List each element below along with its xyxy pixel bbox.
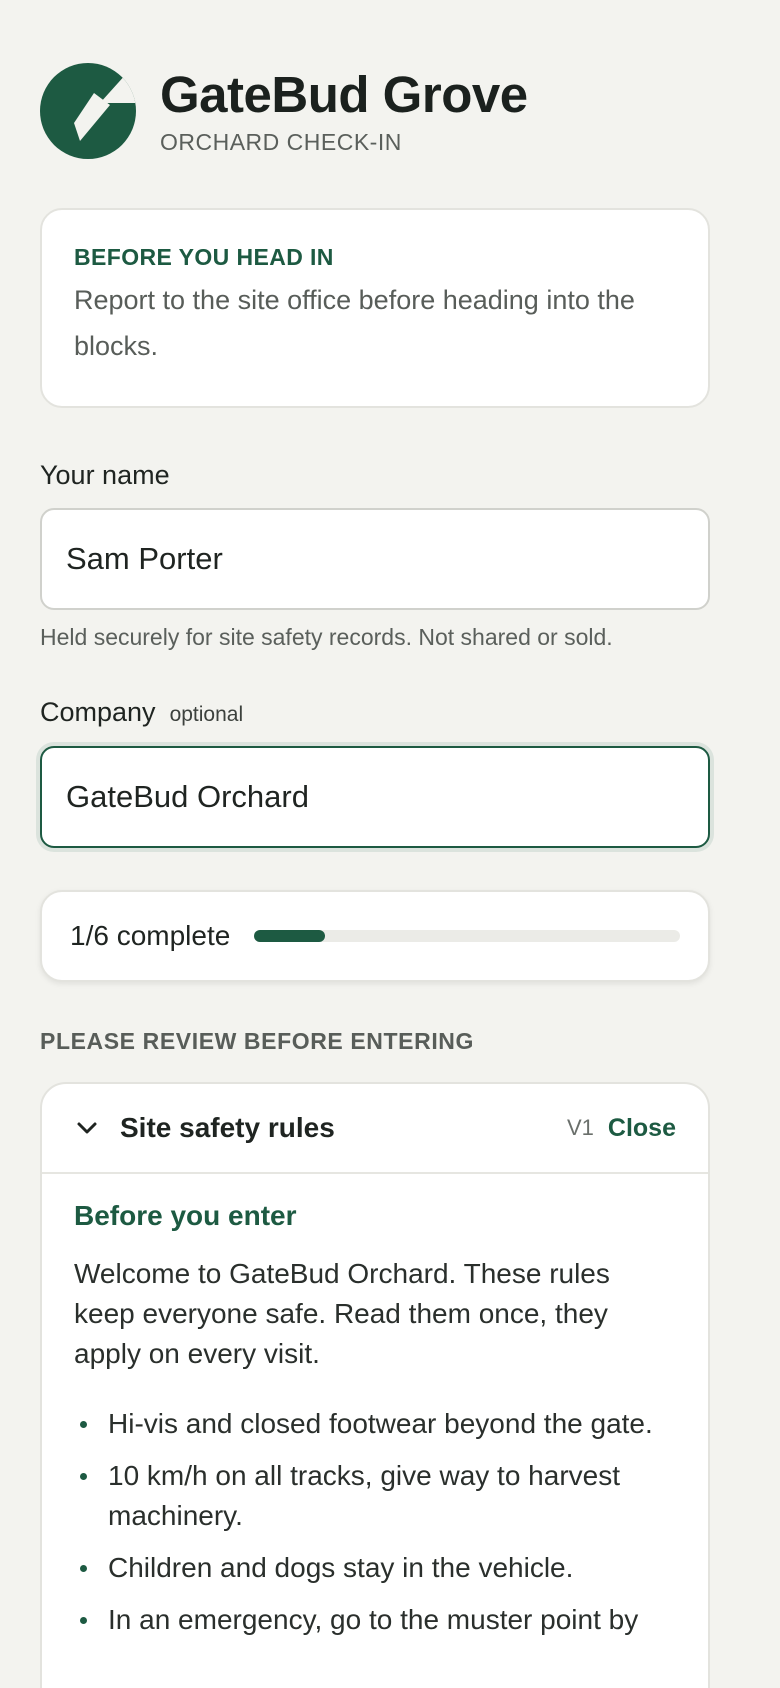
company-label: Company (40, 697, 156, 727)
progress-label: 1/6 complete (70, 920, 231, 951)
chevron-down-icon (77, 1122, 97, 1134)
app-subtitle: ORCHARD CHECK-IN (160, 128, 402, 155)
close-button[interactable]: Close (608, 1114, 676, 1143)
brand-block: GateBud Grove ORCHARD CHECK-IN (160, 65, 528, 156)
app-title: GateBud Grove (160, 65, 528, 123)
rules-body: Before you enter Welcome to GateBud Orch… (42, 1174, 708, 1678)
section-title: PLEASE REVIEW BEFORE ENTERING (40, 1028, 475, 1054)
rules-accordion: Site safety rules V1 Close Before you en… (40, 1082, 710, 1688)
rules-intro: Welcome to GateBud Orchard. These rules … (74, 1258, 610, 1369)
list-item: In an emergency, go to the muster point … (74, 1600, 676, 1640)
version-badge: V1 (566, 1115, 594, 1140)
leaf-logo-icon (40, 63, 136, 159)
name-label: Your name (40, 460, 170, 490)
notice-heading: BEFORE YOU HEAD IN (74, 244, 334, 270)
progress-track (254, 930, 680, 942)
company-input[interactable] (40, 746, 710, 848)
company-label-row: Company optional (40, 697, 243, 728)
rules-title: Site safety rules (120, 1112, 335, 1143)
rules-list: Hi-vis and closed footwear beyond the ga… (74, 1404, 676, 1640)
name-hint: Held securely for site safety records. N… (40, 624, 613, 650)
list-item: Children and dogs stay in the vehicle. (74, 1548, 676, 1588)
name-input[interactable] (40, 508, 710, 610)
rules-subheading: Before you enter (74, 1200, 297, 1231)
list-item: Hi-vis and closed footwear beyond the ga… (74, 1404, 676, 1444)
rules-header[interactable]: Site safety rules V1 Close (42, 1084, 708, 1174)
notice-card: BEFORE YOU HEAD IN Report to the site of… (40, 208, 710, 408)
list-item: 10 km/h on all tracks, give way to harve… (74, 1456, 676, 1536)
notice-body: Report to the site office before heading… (74, 285, 635, 361)
optional-tag: optional (169, 703, 244, 726)
app-header: GateBud Grove ORCHARD CHECK-IN (40, 63, 528, 159)
progress-card: 1/6 complete (40, 890, 710, 982)
progress-fill (254, 930, 326, 942)
